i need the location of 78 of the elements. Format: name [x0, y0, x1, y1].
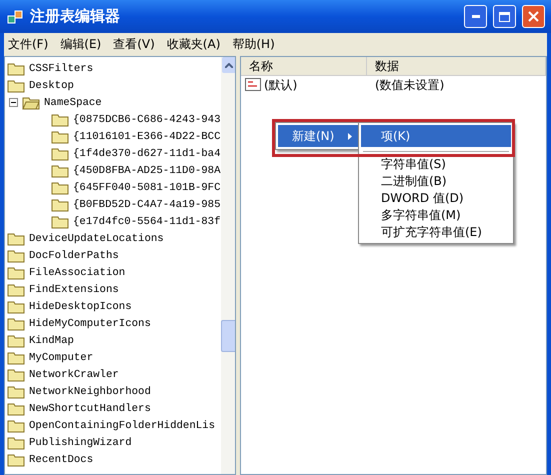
folder-icon: [7, 384, 25, 398]
maximize-button[interactable]: [493, 5, 516, 28]
tree-item[interactable]: OpenContainingFolderHiddenLis: [5, 417, 221, 434]
folder-icon: [7, 62, 25, 76]
folder-icon: [7, 436, 25, 450]
menu-item[interactable]: 编辑(E): [60, 36, 102, 53]
menu-item[interactable]: 查看(V): [113, 36, 155, 53]
menu-item[interactable]: 收藏夹(A): [166, 36, 220, 53]
tree-item[interactable]: MyComputer: [5, 349, 221, 366]
string-value-icon: [245, 78, 261, 92]
tree-item[interactable]: {e17d4fc0-5564-11d1-83f: [5, 213, 221, 230]
folder-icon: [51, 112, 69, 126]
minimize-icon: [472, 15, 480, 18]
scroll-up-button[interactable]: [222, 57, 235, 73]
window-title: 注册表编辑器: [30, 7, 121, 26]
menu-item[interactable]: 项(K): [361, 125, 511, 147]
value-name[interactable]: (默认): [264, 76, 298, 94]
tree-item[interactable]: HideMyComputerIcons: [5, 315, 221, 332]
folder-icon: [7, 418, 25, 432]
tree-item[interactable]: {645FF040-5081-101B-9FC: [5, 179, 221, 196]
caret-icon: [224, 62, 233, 68]
open-folder-icon: [22, 96, 40, 110]
folder-icon: [7, 266, 25, 280]
folder-icon: [7, 368, 25, 382]
close-icon: [528, 11, 539, 22]
folder-icon: [7, 334, 25, 348]
menu-item[interactable]: 多字符串值(M): [361, 207, 511, 224]
maximize-icon: [499, 12, 510, 22]
menu-item[interactable]: 文件(F): [8, 36, 48, 53]
tree-item[interactable]: DocFolderPaths: [5, 247, 221, 264]
menu-item[interactable]: DWORD 值(D): [361, 190, 511, 207]
folder-icon: [7, 316, 25, 330]
folder-icon: [7, 402, 25, 416]
tree-item[interactable]: {0875DCB6-C686-4243-943: [5, 111, 221, 128]
tree-item[interactable]: NewShortcutHandlers: [5, 400, 221, 417]
folder-icon: [7, 300, 25, 314]
folder-icon: [7, 350, 25, 364]
folder-icon: [7, 78, 25, 92]
tree-item[interactable]: Desktop: [5, 77, 221, 94]
tree-item[interactable]: CSSFilters: [5, 60, 221, 77]
menu-item[interactable]: 帮助(H): [232, 36, 275, 53]
collapse-icon[interactable]: [9, 98, 18, 107]
tree-item[interactable]: {1f4de370-d627-11d1-ba4: [5, 145, 221, 162]
column-header[interactable]: 名称: [241, 57, 367, 75]
tree-item[interactable]: DeviceUpdateLocations: [5, 230, 221, 247]
tree-item[interactable]: NameSpace: [5, 94, 221, 111]
registry-cubes-icon: [6, 8, 24, 26]
scroll-thumb[interactable]: [220, 320, 235, 352]
column-header[interactable]: 数据: [367, 57, 546, 75]
menu-item[interactable]: 字符串值(S): [361, 156, 511, 173]
menu-item[interactable]: 新建(N): [278, 125, 358, 147]
minimize-button[interactable]: [464, 5, 487, 28]
folder-icon: [51, 146, 69, 160]
folder-icon: [7, 232, 25, 246]
folder-icon: [7, 248, 25, 262]
tree-item[interactable]: {B0FBD52D-C4A7-4a19-985: [5, 196, 221, 213]
tree-item[interactable]: PublishingWizard: [5, 434, 221, 451]
folder-icon: [51, 180, 69, 194]
menu-item[interactable]: 二进制值(B): [361, 173, 511, 190]
folder-icon: [51, 130, 69, 144]
menu-item[interactable]: 可扩充字符串值(E): [361, 224, 511, 241]
folder-icon: [51, 198, 69, 212]
tree-item[interactable]: {11016101-E366-4D22-BCC: [5, 128, 221, 145]
tree-item[interactable]: FileAssociation: [5, 264, 221, 281]
tree-item[interactable]: {450D8FBA-AD25-11D0-98A: [5, 162, 221, 179]
folder-icon: [7, 282, 25, 296]
tree-item[interactable]: KindMap: [5, 332, 221, 349]
scrollbar[interactable]: [220, 57, 235, 474]
folder-icon: [51, 164, 69, 178]
value-data: (数值未设置): [374, 76, 446, 94]
tree-item[interactable]: RecentDocs: [5, 451, 221, 468]
tree-item[interactable]: HideDesktopIcons: [5, 298, 221, 315]
close-button[interactable]: [522, 5, 545, 28]
tree-item[interactable]: FindExtensions: [5, 281, 221, 298]
folder-icon: [7, 452, 25, 466]
tree-item[interactable]: NetworkNeighborhood: [5, 383, 221, 400]
folder-icon: [51, 214, 69, 228]
tree-item[interactable]: NetworkCrawler: [5, 366, 221, 383]
